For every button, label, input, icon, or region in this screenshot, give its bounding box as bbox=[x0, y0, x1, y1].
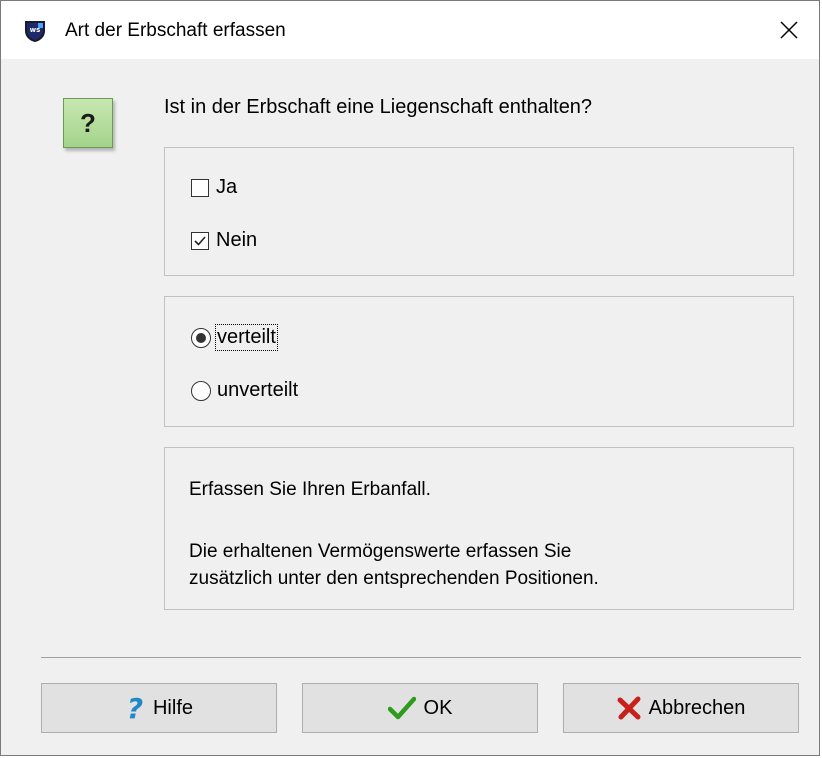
checkmark-icon bbox=[387, 696, 416, 720]
help-button[interactable]: ? Hilfe bbox=[41, 683, 277, 733]
checkbox-label: Ja bbox=[216, 176, 238, 198]
radio-selected-dot bbox=[196, 332, 206, 343]
help-question-icon: ? bbox=[125, 695, 145, 721]
separator-line bbox=[41, 657, 801, 658]
radio-label: unverteilt bbox=[217, 379, 299, 401]
checkbox-nein[interactable]: Nein bbox=[191, 229, 257, 252]
app-shield-icon: ws bbox=[25, 21, 45, 42]
checkbox-ja[interactable]: Ja bbox=[191, 176, 237, 199]
info-line-1: Erfassen Sie Ihren Erbanfall. bbox=[189, 479, 431, 500]
question-text: Ist in der Erbschaft eine Liegenschaft e… bbox=[164, 96, 593, 118]
close-button[interactable] bbox=[759, 1, 819, 59]
property-groupbox: Ja Nein bbox=[164, 147, 794, 276]
info-line-2: Die erhaltenen Vermögenswerte erfassen S… bbox=[189, 541, 572, 562]
checkbox-box[interactable] bbox=[191, 231, 209, 250]
svg-text:?: ? bbox=[127, 695, 143, 721]
cancel-button-label: Abbrechen bbox=[648, 696, 746, 719]
help-button-label: Hilfe bbox=[152, 696, 193, 719]
window-title: Art der Erbschaft erfassen bbox=[65, 20, 286, 41]
title-bar: ws Art der Erbschaft erfassen bbox=[1, 1, 819, 59]
radio-label: verteilt bbox=[215, 324, 278, 351]
ok-button-label: OK bbox=[423, 696, 453, 719]
close-icon bbox=[780, 21, 798, 39]
ok-button[interactable]: OK bbox=[302, 683, 538, 733]
distribution-groupbox: verteilt unverteilt bbox=[164, 296, 794, 427]
checkbox-box[interactable] bbox=[191, 178, 209, 197]
cancel-button[interactable]: Abbrechen bbox=[563, 683, 799, 733]
info-line-3: zusätzlich unter den entsprechenden Posi… bbox=[189, 568, 599, 589]
question-icon: ? bbox=[63, 98, 113, 148]
radio-button[interactable] bbox=[191, 327, 211, 348]
dialog-window: ws Art der Erbschaft erfassen ? Ist in d… bbox=[0, 0, 820, 756]
radio-verteilt[interactable]: verteilt bbox=[191, 324, 278, 351]
info-groupbox: Erfassen Sie Ihren Erbanfall. Die erhalt… bbox=[164, 447, 794, 610]
checkbox-label: Nein bbox=[216, 229, 258, 251]
cancel-x-icon bbox=[617, 696, 641, 720]
checkmark-icon bbox=[194, 235, 206, 246]
radio-button[interactable] bbox=[191, 380, 211, 401]
radio-unverteilt[interactable]: unverteilt bbox=[191, 379, 298, 402]
